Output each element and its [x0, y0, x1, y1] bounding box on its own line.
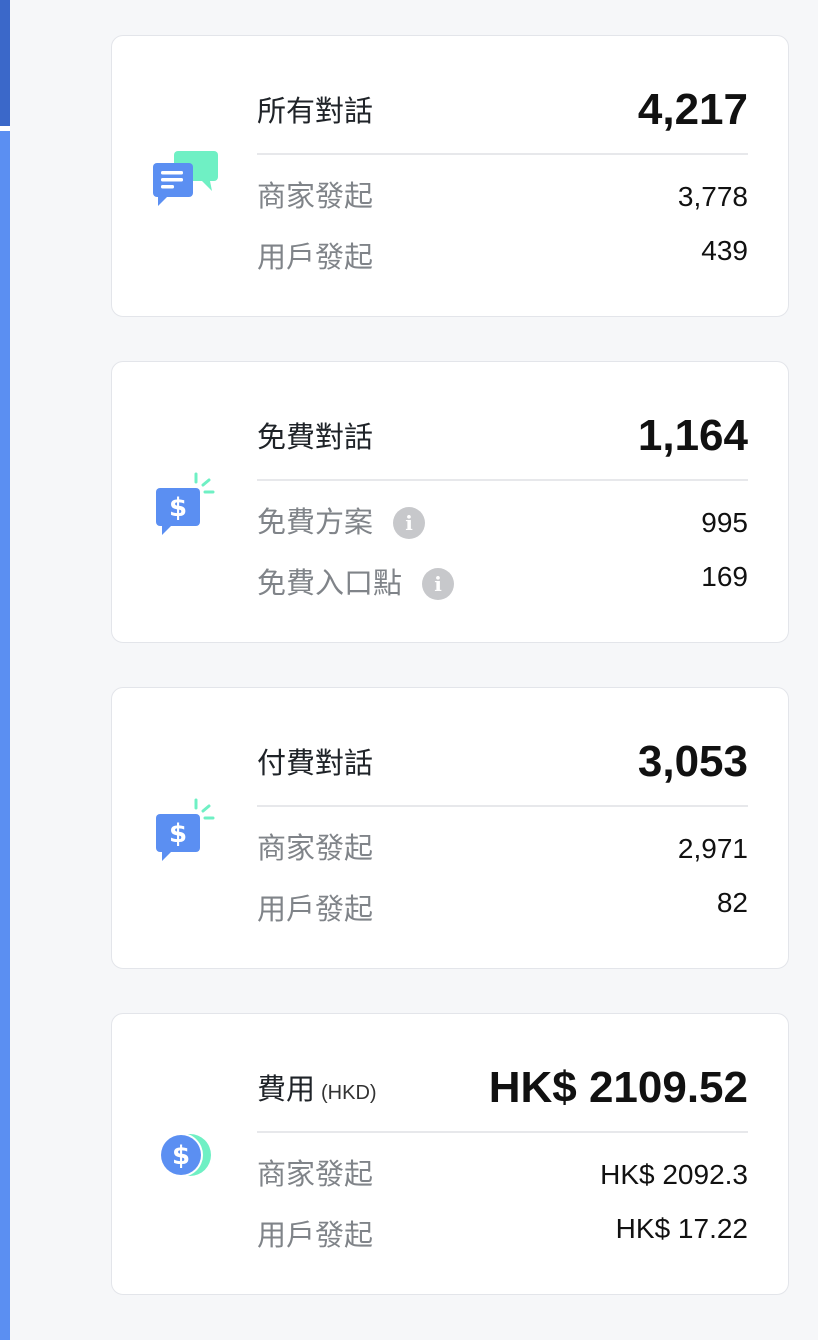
all-conversations-card: 所有對話 4,217 商家發起 3,778 用戶發起 439	[111, 35, 789, 317]
row-value-free-entry-point: 169	[701, 561, 748, 592]
row-label-user-initiated: 用戶發起	[257, 242, 374, 274]
card-title: 所有對話	[257, 96, 374, 128]
cost-card: $ 費用 (HKD) HK$ 2109.52 商家發起 HK$ 2092.3 用戶…	[111, 1013, 789, 1295]
divider	[257, 1131, 748, 1133]
chat-bubbles-icon	[152, 151, 220, 212]
card-total: HK$ 2109.52	[488, 1063, 748, 1112]
row-label-user-initiated: 用戶發起	[257, 1220, 374, 1252]
svg-text:$: $	[169, 493, 187, 523]
card-total: 4,217	[637, 85, 748, 134]
row-label-user-initiated: 用戶發起	[257, 894, 374, 926]
divider	[257, 805, 748, 807]
card-title: 付費對話	[257, 748, 374, 780]
svg-text:$: $	[172, 1141, 190, 1171]
sidebar-active-item[interactable]	[0, 0, 10, 126]
coin-icon: $	[158, 1131, 216, 1184]
free-conversations-card: $ 免費對話 1,164 免費方案 i 995 免費入口點 i 169	[111, 361, 789, 643]
paid-conversations-card: $ 付費對話 3,053 商家發起 2,971 用戶發起 82	[111, 687, 789, 969]
info-icon[interactable]: i	[393, 507, 426, 539]
divider	[257, 153, 748, 155]
sidebar	[0, 131, 10, 1340]
card-total: 3,053	[637, 737, 748, 786]
row-label-free-plan: 免費方案 i	[257, 505, 426, 541]
row-label-business-initiated: 商家發起	[257, 181, 374, 213]
row-value-business-initiated: 3,778	[677, 181, 748, 212]
currency-unit: (HKD)	[321, 1082, 377, 1104]
free-chat-icon: $	[155, 472, 219, 541]
info-icon[interactable]: i	[422, 568, 455, 600]
row-value-user-initiated: 82	[716, 887, 748, 918]
card-title: 免費對話	[257, 422, 374, 454]
card-total: 1,164	[637, 411, 748, 460]
svg-text:$: $	[169, 819, 187, 849]
row-value-free-plan: 995	[701, 507, 748, 538]
row-value-business-initiated: 2,971	[677, 833, 748, 864]
card-title: 費用 (HKD)	[257, 1074, 377, 1106]
row-label-free-entry-point: 免費入口點 i	[257, 566, 455, 602]
paid-chat-icon: $	[155, 798, 219, 867]
row-label-business-initiated: 商家發起	[257, 1159, 374, 1191]
row-label-business-initiated: 商家發起	[257, 833, 374, 865]
row-value-user-initiated: 439	[701, 235, 748, 266]
row-value-user-initiated: HK$ 17.22	[615, 1213, 748, 1244]
row-value-business-initiated: HK$ 2092.3	[600, 1159, 748, 1190]
divider	[257, 479, 748, 481]
